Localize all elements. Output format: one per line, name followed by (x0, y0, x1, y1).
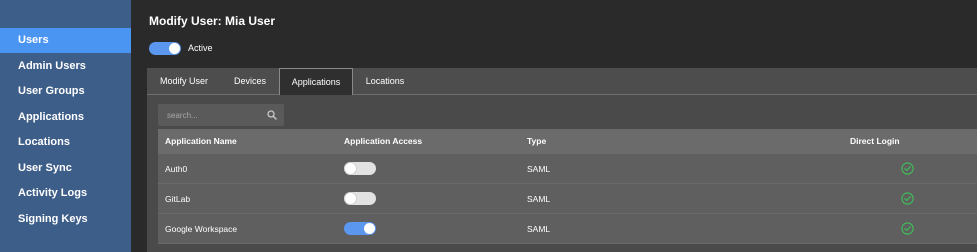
application-access-toggle[interactable] (344, 162, 376, 175)
sidebar-item-admin-users[interactable]: Admin Users (0, 54, 131, 79)
application-name: Auth0 (165, 164, 188, 174)
check-circle-icon (901, 222, 914, 235)
table-row: Auth0 SAML (158, 154, 977, 184)
tab-locations[interactable]: Locations (353, 68, 417, 95)
tab-devices[interactable]: Devices (221, 68, 279, 95)
check-circle-icon (901, 192, 914, 205)
table-header: Application Name Application Access Type… (158, 129, 977, 154)
active-label: Active (188, 43, 213, 53)
tab-applications[interactable]: Applications (279, 68, 353, 96)
check-circle-icon (901, 162, 914, 175)
application-name: GitLab (165, 194, 191, 204)
active-toggle[interactable] (149, 42, 181, 55)
application-type: SAML (527, 164, 551, 174)
toggle-knob (364, 223, 375, 234)
tab-modify-user[interactable]: Modify User (147, 68, 221, 95)
sidebar-item-user-groups[interactable]: User Groups (0, 79, 131, 104)
toggle-knob (345, 163, 356, 174)
application-access-toggle[interactable] (344, 222, 376, 235)
sidebar-item-locations[interactable]: Locations (0, 130, 131, 155)
sidebar-item-user-sync[interactable]: User Sync (0, 156, 131, 181)
application-name: Google Workspace (165, 224, 238, 234)
page-title: Modify User: Mia User (149, 14, 276, 28)
table-row: GitLab SAML (158, 184, 977, 214)
main-content: Modify User: Mia User Active Modify User… (131, 0, 977, 252)
sidebar-item-applications[interactable]: Applications (0, 105, 131, 130)
application-type: SAML (527, 224, 551, 234)
toggle-knob (345, 193, 356, 204)
sidebar-item-users[interactable]: Users (0, 28, 131, 53)
sidebar: Users Admin Users User Groups Applicatio… (0, 0, 131, 252)
applications-panel: Application Name Application Access Type… (147, 95, 977, 252)
search-box (158, 104, 284, 126)
table-row: Google Workspace SAML (158, 214, 977, 244)
column-header-application-name[interactable]: Application Name (165, 129, 237, 154)
sidebar-item-activity-logs[interactable]: Activity Logs (0, 181, 131, 206)
search-icon[interactable] (267, 110, 277, 120)
column-header-application-access[interactable]: Application Access (344, 129, 422, 154)
column-header-direct-login[interactable]: Direct Login (850, 129, 900, 154)
sidebar-item-signing-keys[interactable]: Signing Keys (0, 207, 131, 232)
search-input[interactable] (158, 104, 264, 126)
column-header-type[interactable]: Type (527, 129, 546, 154)
application-access-toggle[interactable] (344, 192, 376, 205)
tab-bar: Modify User Devices Applications Locatio… (147, 68, 977, 96)
application-type: SAML (527, 194, 551, 204)
toggle-knob (169, 43, 180, 54)
applications-table: Application Name Application Access Type… (158, 129, 977, 244)
